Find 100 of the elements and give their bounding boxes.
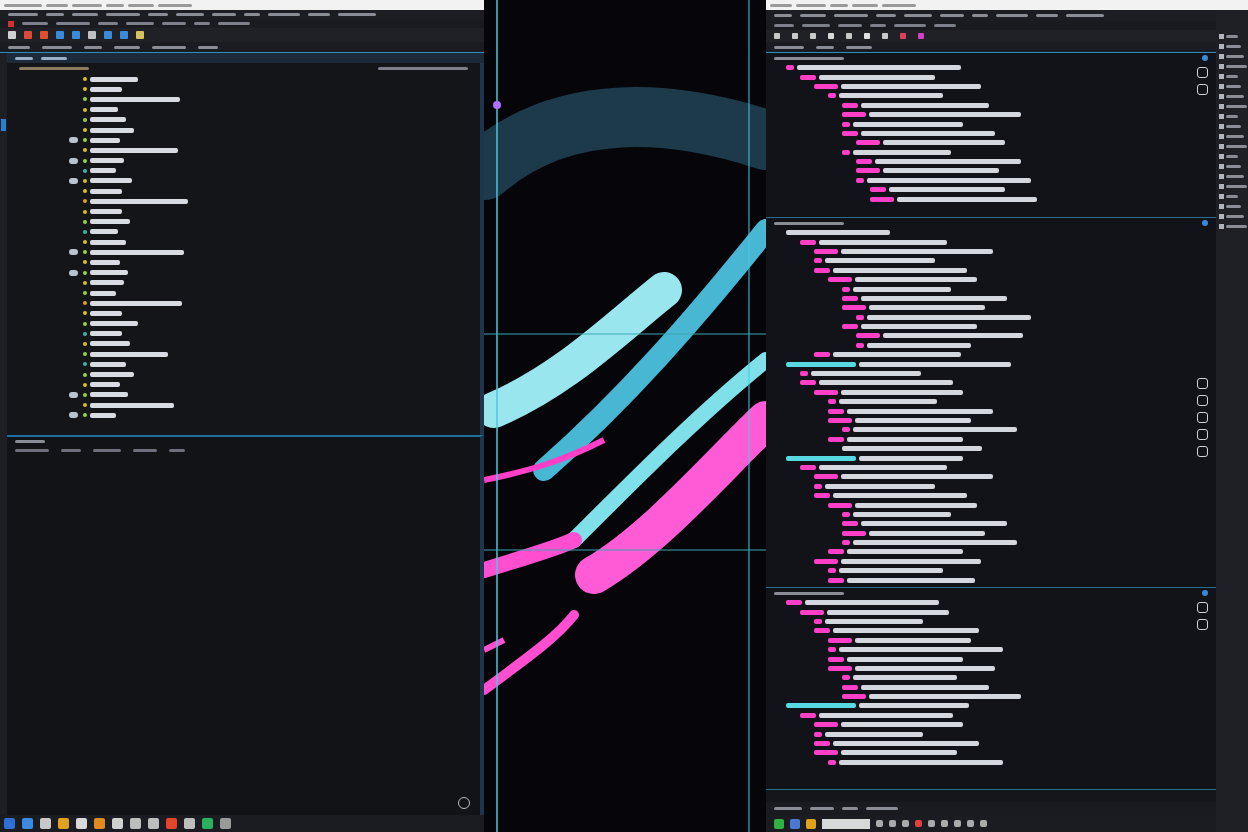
- app-icon[interactable]: [112, 818, 123, 829]
- blurred-text: [8, 45, 30, 49]
- app-icon[interactable]: [774, 818, 784, 829]
- blurred-text: [894, 24, 926, 27]
- blurred-text: [870, 24, 886, 27]
- blurred-text: [1226, 85, 1241, 88]
- blurred-text: [90, 239, 126, 245]
- toolbar-icon[interactable]: [810, 33, 816, 39]
- blurred-text: [828, 399, 836, 405]
- blurred-text: [72, 13, 98, 16]
- blurred-text: [8, 13, 38, 16]
- blurred-text: [93, 448, 121, 452]
- blurred-text: [882, 3, 916, 7]
- blurred-text: [158, 3, 192, 7]
- toolbar-icon[interactable]: [846, 33, 852, 39]
- toolbar-icon[interactable]: [882, 33, 888, 39]
- blurred-text: [90, 188, 122, 194]
- blurred-text: [244, 13, 260, 16]
- blurred-text: [1226, 45, 1241, 48]
- tool-icon[interactable]: [1197, 67, 1208, 78]
- tool-icon[interactable]: [1197, 429, 1208, 440]
- app-icon[interactable]: [94, 818, 105, 829]
- blurred-text: [90, 341, 130, 347]
- app-icon[interactable]: [220, 818, 231, 829]
- app-icon[interactable]: [40, 818, 51, 829]
- toolbar-icon[interactable]: [828, 33, 834, 39]
- search-field[interactable]: [822, 818, 870, 829]
- blurred-text: [856, 140, 880, 146]
- blurred-text: [106, 3, 124, 7]
- blurred-text: [1226, 135, 1244, 138]
- blurred-text: [814, 474, 838, 480]
- blurred-text: [814, 258, 822, 264]
- blurred-text: [90, 361, 126, 367]
- blurred-text: [1226, 145, 1247, 148]
- blurred-text: [846, 45, 872, 49]
- blurred-text: [814, 267, 830, 273]
- blurred-text: [90, 86, 122, 92]
- tool-icon[interactable]: [1197, 446, 1208, 457]
- app-icon[interactable]: [76, 818, 87, 829]
- blurred-text: [194, 22, 210, 25]
- blurred-text: [19, 66, 89, 70]
- blurred-text: [218, 22, 250, 25]
- toolbar-icon[interactable]: [792, 33, 798, 39]
- blurred-text: [786, 455, 856, 461]
- blurred-text: [90, 178, 132, 184]
- toolbar-icon[interactable]: [918, 33, 924, 39]
- blurred-text: [856, 314, 864, 320]
- blurred-text: [774, 56, 844, 60]
- blurred-text: [856, 177, 864, 183]
- blurred-text: [856, 342, 864, 348]
- blurred-text: [814, 628, 830, 634]
- cloud-icon: [69, 249, 78, 256]
- tool-icon[interactable]: [1197, 395, 1208, 406]
- blurred-text: [856, 159, 872, 165]
- blurred-text: [176, 13, 204, 16]
- settings-icon[interactable]: [1202, 590, 1208, 596]
- blurred-text: [90, 76, 138, 82]
- tool-icon[interactable]: [1197, 619, 1208, 630]
- toolbar-icon[interactable]: [864, 33, 870, 39]
- blurred-text: [814, 389, 838, 395]
- blurred-text: [90, 392, 128, 398]
- tool-icon[interactable]: [1197, 412, 1208, 423]
- blurred-text: [128, 3, 154, 7]
- file-icon[interactable]: [8, 20, 14, 27]
- blurred-text: [90, 209, 122, 215]
- toolbar-icon[interactable]: [900, 33, 906, 39]
- tool-icon[interactable]: [1197, 378, 1208, 389]
- settings-icon[interactable]: [1202, 220, 1208, 226]
- blurred-text: [1226, 215, 1244, 218]
- app-icon[interactable]: [202, 818, 213, 829]
- blurred-text: [800, 609, 824, 615]
- app-icon[interactable]: [790, 818, 800, 829]
- blurred-text: [90, 127, 134, 133]
- blurred-text: [106, 13, 140, 16]
- blurred-text: [852, 3, 878, 7]
- app-icon[interactable]: [130, 818, 141, 829]
- blurred-text: [162, 22, 186, 25]
- app-icon[interactable]: [58, 818, 69, 829]
- blurred-text: [41, 56, 67, 60]
- blurred-text: [842, 112, 866, 118]
- blurred-text: [84, 45, 102, 49]
- app-icon[interactable]: [806, 818, 816, 829]
- tool-icon[interactable]: [1197, 602, 1208, 613]
- blurred-text: [842, 102, 858, 108]
- blurred-text: [828, 549, 844, 555]
- blurred-text: [90, 331, 122, 337]
- blurred-text: [56, 22, 90, 25]
- blurred-text: [814, 248, 838, 254]
- blurred-text: [774, 14, 792, 17]
- blurred-text: [800, 380, 816, 386]
- blurred-text: [90, 382, 120, 388]
- app-icon[interactable]: [148, 818, 159, 829]
- app-icon[interactable]: [184, 818, 195, 829]
- blurred-text: [770, 3, 792, 7]
- blurred-text: [198, 45, 218, 49]
- settings-icon[interactable]: [1202, 55, 1208, 61]
- tool-icon[interactable]: [1197, 84, 1208, 95]
- blurred-text: [876, 14, 896, 17]
- blurred-text: [1226, 165, 1241, 168]
- toolbar-icon[interactable]: [774, 33, 780, 39]
